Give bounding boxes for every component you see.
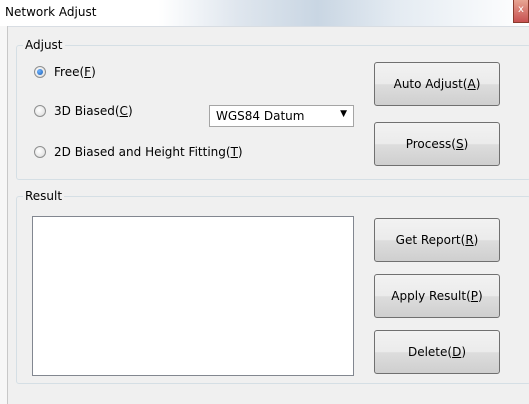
- result-legend: Result: [23, 189, 65, 203]
- get-report-button[interactable]: Get Report(R): [374, 218, 500, 262]
- radio-2d-biased-indicator[interactable]: [34, 146, 46, 158]
- result-group: Result Get Report(R) Apply Result(P) Del…: [16, 189, 529, 384]
- radio-free[interactable]: Free(F): [34, 65, 96, 79]
- window-left-border: [0, 26, 8, 404]
- dropdown-arrow-icon: ▼: [340, 109, 347, 119]
- delete-button[interactable]: Delete(D): [374, 330, 500, 374]
- auto-adjust-button[interactable]: Auto Adjust(A): [374, 62, 500, 106]
- process-button[interactable]: Process(S): [374, 122, 500, 166]
- adjust-legend: Adjust: [23, 38, 65, 52]
- radio-3d-biased[interactable]: 3D Biased(C): [34, 104, 133, 118]
- radio-2d-biased-label: 2D Biased and Height Fitting(T): [54, 145, 243, 159]
- close-icon: x: [518, 4, 524, 15]
- radio-3d-biased-indicator[interactable]: [34, 105, 46, 117]
- result-list[interactable]: [32, 216, 354, 376]
- radio-2d-biased-height-fitting[interactable]: 2D Biased and Height Fitting(T): [34, 145, 243, 159]
- radio-3d-biased-label: 3D Biased(C): [54, 104, 133, 118]
- datum-select-value: WGS84 Datum: [216, 109, 305, 123]
- apply-result-button[interactable]: Apply Result(P): [374, 274, 500, 318]
- radio-free-indicator[interactable]: [34, 66, 46, 78]
- radio-free-label: Free(F): [54, 65, 96, 79]
- window-title: Network Adjust: [5, 5, 97, 19]
- adjust-group: Adjust Free(F) 3D Biased(C) 2D Biased an…: [16, 38, 529, 180]
- title-bar: Network Adjust x: [0, 0, 529, 27]
- datum-select[interactable]: WGS84 Datum ▼: [209, 105, 354, 127]
- close-button[interactable]: x: [513, 0, 529, 23]
